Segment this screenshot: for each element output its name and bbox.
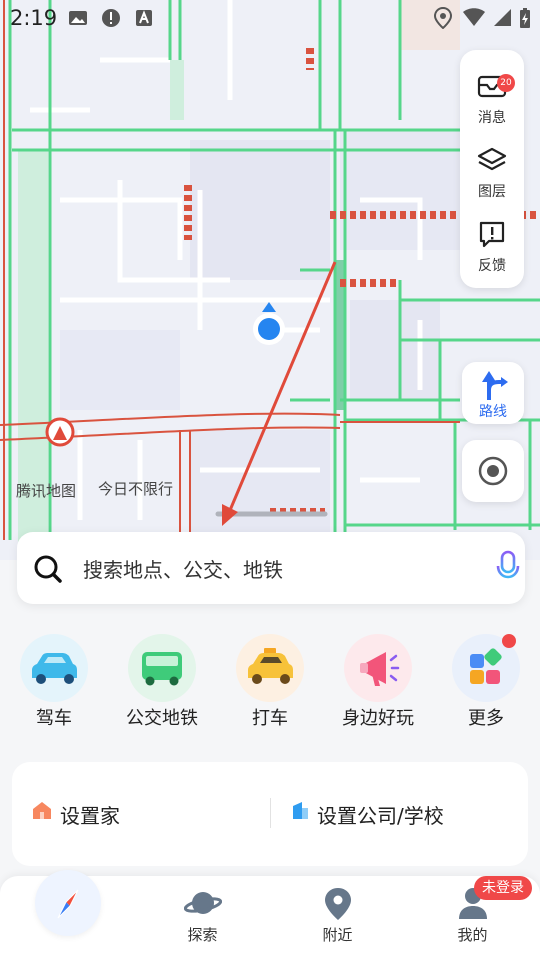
feedback-button[interactable]: 反馈 <box>460 208 524 278</box>
compass-icon <box>57 889 79 919</box>
saved-places-card: 设置家 设置公司/学校 <box>12 762 528 866</box>
search-icon <box>34 555 62 583</box>
messages-label: 消息 <box>478 110 506 126</box>
wifi-icon <box>462 7 486 31</box>
nav-home[interactable] <box>0 870 135 960</box>
feedback-icon <box>479 221 505 248</box>
location-pin-icon <box>325 888 351 920</box>
bus-icon <box>128 634 196 702</box>
nav-explore[interactable]: 探索 <box>135 876 270 960</box>
microphone-icon[interactable] <box>495 550 521 586</box>
map-view[interactable]: 2:19 20 消息 图层 反馈 路线 腾讯地图 今日不限行 <box>0 0 540 560</box>
battery-icon <box>519 7 531 33</box>
locate-button[interactable] <box>462 440 524 502</box>
quick-entries: 驾车 公交地铁 打车 身边好玩 更多 <box>0 628 540 738</box>
quick-entry-label: 公交地铁 <box>126 708 198 729</box>
login-status-badge[interactable]: 未登录 <box>474 876 532 900</box>
layers-button[interactable]: 图层 <box>460 134 524 204</box>
set-work-button[interactable]: 设置公司/学校 <box>317 800 444 829</box>
quick-entry-label: 更多 <box>468 708 504 729</box>
alert-icon <box>101 8 121 28</box>
map-tools-panel: 20 消息 图层 反馈 <box>460 50 524 288</box>
messages-badge: 20 <box>497 74 515 92</box>
route-button[interactable]: 路线 <box>462 362 524 424</box>
quick-entry-label: 驾车 <box>36 708 72 729</box>
bottom-nav: 探索 附近 我的 <box>0 870 540 960</box>
locate-icon <box>478 456 508 486</box>
nav-explore-label: 探索 <box>187 926 218 944</box>
search-bar[interactable]: 搜索地点、公交、地铁 <box>17 532 525 604</box>
map-canvas <box>0 0 540 550</box>
layers-label: 图层 <box>478 184 506 200</box>
status-bar: 2:19 <box>0 0 540 36</box>
feedback-label: 反馈 <box>478 258 506 274</box>
search-input[interactable]: 搜索地点、公交、地铁 <box>83 554 283 583</box>
card-divider <box>270 798 271 828</box>
map-attribution: 腾讯地图 <box>16 482 77 500</box>
route-arrow-icon <box>482 371 508 400</box>
quick-entry-label: 身边好玩 <box>342 708 414 729</box>
nav-nearby-label: 附近 <box>322 926 353 944</box>
megaphone-icon <box>344 634 412 702</box>
messages-button[interactable]: 20 消息 <box>460 60 524 130</box>
signal-icon <box>492 7 512 31</box>
status-time: 2:19 <box>10 6 58 30</box>
nav-nearby[interactable]: 附近 <box>270 876 405 960</box>
route-label: 路线 <box>479 404 507 420</box>
taxi-icon <box>236 634 304 702</box>
planet-icon <box>184 892 222 914</box>
layers-icon <box>477 147 507 171</box>
gallery-icon <box>68 8 88 28</box>
more-notification-dot <box>502 634 516 648</box>
office-icon <box>293 802 308 819</box>
set-home-button[interactable]: 设置家 <box>60 800 120 829</box>
font-icon <box>134 8 154 28</box>
car-icon <box>20 634 88 702</box>
location-status-icon <box>433 6 453 33</box>
restriction-status[interactable]: 今日不限行 <box>98 478 173 499</box>
quick-entry-label: 打车 <box>252 708 288 729</box>
home-icon <box>33 802 51 819</box>
nav-mine-label: 我的 <box>457 926 488 944</box>
